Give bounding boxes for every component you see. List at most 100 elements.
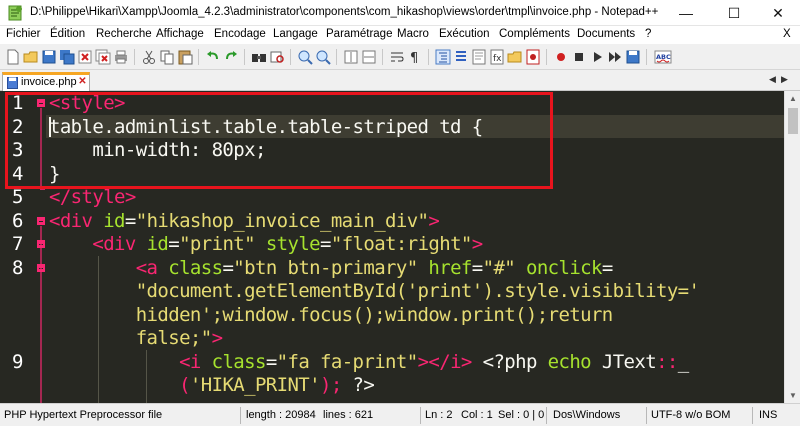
print-icon[interactable] xyxy=(112,48,130,66)
status-eol: Dos\Windows xyxy=(553,409,621,421)
redo-icon[interactable] xyxy=(222,48,240,66)
notepad-plus-plus-icon xyxy=(8,5,22,21)
open-file-icon[interactable] xyxy=(22,48,40,66)
udl-icon[interactable] xyxy=(452,48,470,66)
play-macro-icon[interactable] xyxy=(588,48,606,66)
toolbar-separator xyxy=(244,49,245,65)
code-token: ( xyxy=(179,374,190,396)
function-list-icon[interactable]: fx xyxy=(488,48,506,66)
menu-affichage[interactable]: Affichage xyxy=(156,28,204,40)
close-all-icon[interactable] xyxy=(94,48,112,66)
close-icon[interactable] xyxy=(76,48,94,66)
run-macro-multiple-icon[interactable] xyxy=(606,48,624,66)
spell-check-icon[interactable]: ABC xyxy=(654,48,672,66)
doc-map-icon[interactable] xyxy=(470,48,488,66)
code-token: id xyxy=(103,209,125,232)
status-separator xyxy=(546,407,547,424)
code-line: <div id="hikashop_invoice_main_div"> xyxy=(49,209,440,234)
code-token: "float:right" xyxy=(330,233,473,255)
save-all-icon[interactable] xyxy=(58,48,76,66)
code-line: hidden';window.focus();window.print();re… xyxy=(49,303,614,328)
new-file-icon[interactable] xyxy=(4,48,22,66)
minimize-button[interactable]: — xyxy=(664,0,708,26)
tab-scroll-right-icon[interactable]: ▶ xyxy=(781,74,788,85)
status-col: Col : 1 xyxy=(461,409,493,421)
menu-encodage[interactable]: Encodage xyxy=(214,28,266,40)
sync-horizontal-icon[interactable] xyxy=(360,48,378,66)
status-bar: PHP Hypertext Preprocessor file length :… xyxy=(0,403,800,426)
window-title: D:\Philippe\Hikari\Xampp\Joomla_4.2.3\ad… xyxy=(30,6,659,18)
zoom-out-icon[interactable] xyxy=(314,48,332,66)
copy-icon[interactable] xyxy=(158,48,176,66)
code-line: ('HIKA_PRINT'); ?> xyxy=(49,374,375,398)
menu-parametrage[interactable]: Paramétrage xyxy=(326,28,392,40)
show-all-chars-icon[interactable]: ¶ xyxy=(406,48,424,66)
folder-workspace-icon[interactable] xyxy=(506,48,524,66)
code-token: "#" xyxy=(482,256,516,279)
fold-toggle-icon[interactable] xyxy=(37,217,45,225)
toolbar-separator xyxy=(290,49,291,65)
undo-icon[interactable] xyxy=(204,48,222,66)
menu-macro[interactable]: Macro xyxy=(397,28,429,40)
toolbar-separator xyxy=(336,49,337,65)
code-token: :: xyxy=(656,350,678,373)
stop-macro-icon[interactable] xyxy=(570,48,588,66)
code-token: id xyxy=(146,233,169,255)
tab-close-icon[interactable]: ✕ xyxy=(77,76,88,87)
tab-scroll-left-icon[interactable]: ◀ xyxy=(769,74,776,85)
menu-help[interactable]: ? xyxy=(645,28,651,40)
menu-execution[interactable]: Exécution xyxy=(439,28,490,40)
save-icon[interactable] xyxy=(40,48,58,66)
code-token: hidden';window.focus();window.print();re… xyxy=(135,303,614,326)
code-token: href xyxy=(428,256,472,279)
code-token: echo xyxy=(547,350,592,373)
code-token: ); xyxy=(320,374,342,396)
code-token: "btn btn-primary" xyxy=(233,256,418,279)
code-token: </style> xyxy=(49,186,136,208)
code-line: false;"> xyxy=(49,327,223,351)
menu-fichier[interactable]: Fichier xyxy=(6,28,41,40)
code-token: 'HIKA_PRINT' xyxy=(189,374,321,396)
replace-icon[interactable] xyxy=(268,48,286,66)
save-macro-icon[interactable] xyxy=(624,48,642,66)
code-token: false;" xyxy=(135,327,212,349)
svg-text:fx: fx xyxy=(493,54,502,64)
tab-invoice-php[interactable]: invoice.php ✕ xyxy=(2,72,90,91)
menu-documents[interactable]: Documents xyxy=(577,28,635,40)
status-separator xyxy=(420,407,421,424)
code-token: style xyxy=(265,233,321,255)
vertical-scrollbar[interactable]: ▲ ▼ xyxy=(784,91,800,403)
scroll-up-icon[interactable]: ▲ xyxy=(789,94,797,103)
annotation-highlight-box xyxy=(5,92,553,189)
code-token: "hikashop_invoice_main_div" xyxy=(135,209,429,232)
record-macro-icon[interactable] xyxy=(552,48,570,66)
find-icon[interactable] xyxy=(250,48,268,66)
cut-icon[interactable] xyxy=(140,48,158,66)
line-number: 6 xyxy=(12,209,24,232)
close-window-button[interactable]: ✕ xyxy=(756,0,800,26)
scroll-down-icon[interactable]: ▼ xyxy=(789,391,797,400)
code-token: <div xyxy=(92,233,147,255)
menu-langage[interactable]: Langage xyxy=(273,28,318,40)
menu-recherche[interactable]: Recherche xyxy=(96,28,152,40)
close-document-button[interactable]: X xyxy=(783,28,791,40)
code-token: = xyxy=(124,209,136,232)
paste-icon[interactable] xyxy=(176,48,194,66)
line-number: 9 xyxy=(12,350,24,373)
scrollbar-thumb[interactable] xyxy=(788,108,798,134)
word-wrap-icon[interactable] xyxy=(388,48,406,66)
maximize-button[interactable]: ☐ xyxy=(712,0,756,26)
status-insert-mode: INS xyxy=(759,409,778,421)
indent-guide-icon[interactable] xyxy=(434,48,452,66)
sync-vertical-icon[interactable] xyxy=(342,48,360,66)
zoom-in-icon[interactable] xyxy=(296,48,314,66)
menu-edition[interactable]: Édition xyxy=(50,28,85,40)
code-token: <?php xyxy=(471,350,548,373)
menu-complements[interactable]: Compléments xyxy=(499,28,570,40)
monitoring-icon[interactable] xyxy=(524,48,542,66)
